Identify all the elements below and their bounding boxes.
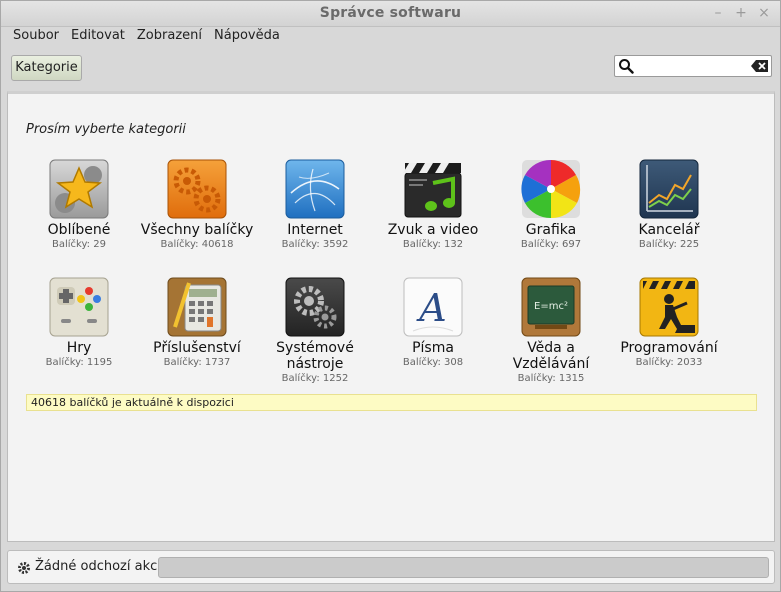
category-count: Balíčky: 697 <box>520 239 582 250</box>
category-count: Balíčky: 2033 <box>635 357 703 368</box>
transactions-bar: Žádné odchozí akce <box>7 550 775 584</box>
search-icon <box>619 59 634 74</box>
search-input[interactable] <box>637 58 749 74</box>
category-name: Systémové nástroje <box>276 340 354 372</box>
calculator-icon <box>167 277 227 337</box>
category-programming[interactable]: Programování Balíčky: 2033 <box>610 277 728 369</box>
software-manager-window: Správce softwaru – + × Soubor Editovat Z… <box>0 0 781 592</box>
categories-button[interactable]: Kategorie <box>11 55 82 81</box>
category-count: Balíčky: 132 <box>402 239 464 250</box>
category-name: Písma <box>412 340 454 356</box>
category-count: Balíčky: 40618 <box>160 239 234 250</box>
title-bar[interactable]: Správce softwaru – + × <box>1 1 780 27</box>
star-icon <box>49 159 109 219</box>
minimize-button[interactable]: – <box>709 4 727 22</box>
gears-icon <box>167 159 227 219</box>
category-office[interactable]: Kancelář Balíčky: 225 <box>610 159 728 251</box>
construction-icon <box>639 277 699 337</box>
category-graphics[interactable]: Grafika Balíčky: 697 <box>492 159 610 251</box>
toolbar: Kategorie <box>1 49 780 87</box>
system-gears-icon <box>285 277 345 337</box>
menu-view[interactable]: Zobrazení <box>131 27 208 47</box>
category-count: Balíčky: 1737 <box>163 357 231 368</box>
category-count: Balíčky: 3592 <box>281 239 349 250</box>
category-internet[interactable]: Internet Balíčky: 3592 <box>256 159 374 251</box>
gamepad-icon <box>49 277 109 337</box>
category-count: Balíčky: 225 <box>638 239 700 250</box>
category-panel: Prosím vyberte kategorii Oblíbené Balíčk… <box>7 91 775 542</box>
menu-bar: Soubor Editovat Zobrazení Nápověda <box>1 27 780 49</box>
chalkboard-icon: E=mc² <box>521 277 581 337</box>
globe-icon <box>285 159 345 219</box>
color-wheel-icon <box>521 159 581 219</box>
package-count-status: 40618 balíčků je aktuálně k dispozici <box>26 394 757 411</box>
category-count: Balíčky: 1315 <box>517 373 585 384</box>
category-name: Internet <box>287 222 343 238</box>
category-accessories[interactable]: Příslušenství Balíčky: 1737 <box>138 277 256 369</box>
transactions-label: Žádné odchozí akce <box>35 559 166 574</box>
category-count: Balíčky: 308 <box>402 357 464 368</box>
menu-edit[interactable]: Editovat <box>65 27 131 47</box>
category-name: Všechny balíčky <box>140 222 254 238</box>
clear-icon[interactable] <box>751 59 769 73</box>
category-count: Balíčky: 1195 <box>45 357 113 368</box>
category-all-packages[interactable]: Všechny balíčky Balíčky: 40618 <box>138 159 256 251</box>
category-favorites[interactable]: Oblíbené Balíčky: 29 <box>20 159 138 251</box>
category-games[interactable]: Hry Balíčky: 1195 <box>20 277 138 369</box>
menu-file[interactable]: Soubor <box>7 27 65 47</box>
maximize-button[interactable]: + <box>732 4 750 22</box>
category-count: Balíčky: 1252 <box>281 373 349 384</box>
clapperboard-icon <box>403 163 462 218</box>
category-prompt: Prosím vyberte kategorii <box>26 122 186 137</box>
svg-text:E=mc²: E=mc² <box>534 301 568 312</box>
category-fonts[interactable]: A Písma Balíčky: 308 <box>374 277 492 369</box>
category-system-tools[interactable]: Systémové nástroje Balíčky: 1252 <box>256 277 374 385</box>
category-count: Balíčky: 29 <box>52 239 106 250</box>
menu-help[interactable]: Nápověda <box>208 27 286 47</box>
transactions-progress-bar <box>158 557 769 578</box>
category-name: Hry <box>66 340 92 356</box>
category-science-education[interactable]: E=mc² Věda a Vzdělávání Balíčky: 1315 <box>492 277 610 385</box>
window-title: Správce softwaru <box>319 5 462 21</box>
gear-icon <box>18 562 30 574</box>
category-name: Příslušenství <box>153 340 241 356</box>
font-icon: A <box>403 277 463 337</box>
line-chart-icon <box>639 159 699 219</box>
category-name: Zvuk a video <box>387 222 479 238</box>
category-name: Grafika <box>525 222 577 238</box>
svg-text:A: A <box>416 286 446 330</box>
category-name: Kancelář <box>638 222 700 238</box>
close-button[interactable]: × <box>755 4 773 22</box>
category-sound-video[interactable]: Zvuk a video Balíčky: 132 <box>374 159 492 251</box>
category-name: Věda a Vzdělávání <box>512 340 590 372</box>
search-box[interactable] <box>614 55 772 77</box>
category-name: Programování <box>620 340 718 356</box>
category-name: Oblíbené <box>47 222 111 238</box>
